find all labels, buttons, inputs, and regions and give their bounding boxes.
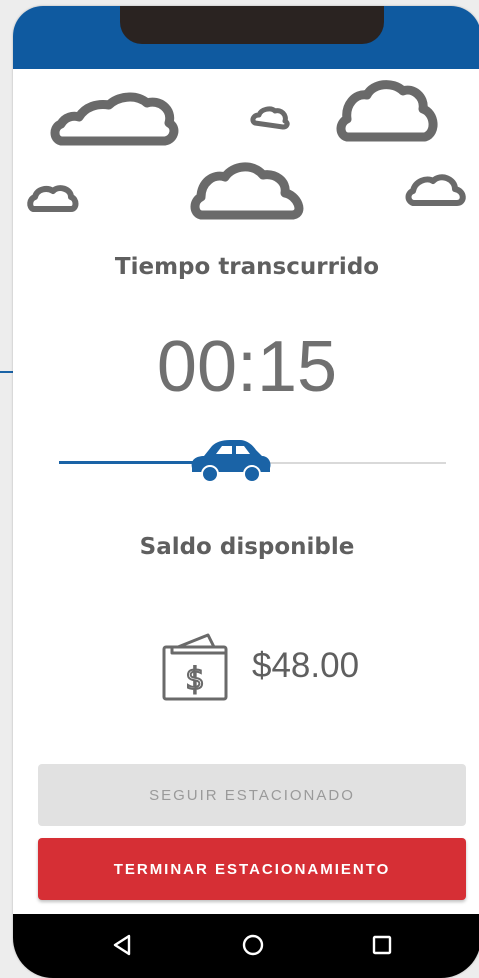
balance-amount: $48.00 (252, 646, 360, 685)
home-circle-icon (242, 934, 264, 956)
svg-text:$: $ (185, 662, 204, 697)
balance-label: Saldo disponible (139, 534, 355, 560)
phone-notch (120, 6, 384, 44)
nav-home-button[interactable] (235, 930, 271, 960)
parking-progress (59, 440, 446, 483)
elapsed-time-value: 00:15 (156, 327, 338, 407)
cloud-icon (405, 174, 466, 206)
cloud-icon (250, 106, 290, 130)
cloud-icon (27, 185, 79, 212)
system-nav-bar (13, 914, 479, 978)
cloud-icon (190, 162, 304, 220)
phone-frame: Tiempo transcurrido 00:15 Saldo disponib… (13, 6, 479, 978)
continue-parking-button[interactable]: SEGUIR ESTACIONADO (38, 764, 466, 826)
end-parking-button[interactable]: TERMINAR ESTACIONAMIENTO (38, 838, 466, 900)
recents-square-icon (372, 935, 392, 955)
cloud-icon (336, 80, 438, 142)
back-triangle-icon (113, 934, 131, 956)
balance-row: $ $48.00 (160, 626, 359, 706)
screen: Tiempo transcurrido 00:15 Saldo disponib… (0, 0, 479, 978)
nav-back-button[interactable] (104, 930, 140, 960)
cloud-icon (50, 92, 179, 146)
wallet-dollar-icon: $ (162, 633, 228, 701)
elapsed-time-label: Tiempo transcurrido (114, 254, 380, 280)
nav-recents-button[interactable] (364, 930, 400, 960)
car-icon (191, 440, 271, 483)
clouds-illustration (27, 80, 466, 220)
